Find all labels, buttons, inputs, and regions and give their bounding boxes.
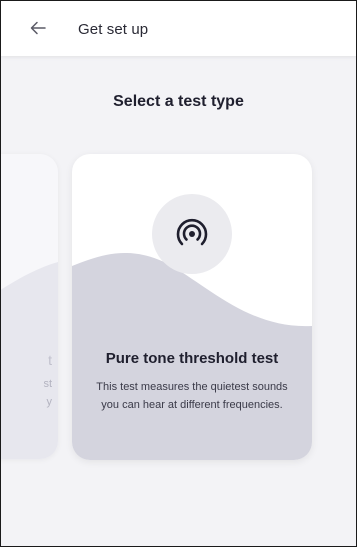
broadcast-signal-icon [176, 218, 208, 246]
test-type-card[interactable]: Pure tone threshold test This test measu… [72, 154, 312, 460]
previous-card-desc-fragment: y [46, 396, 53, 408]
header-title: Get set up [78, 21, 149, 38]
previous-test-card[interactable]: t st y [1, 154, 58, 459]
card-description: This test measures the quietest sounds y… [96, 381, 288, 411]
card-title: Pure tone threshold test [105, 350, 279, 367]
icon-badge [152, 194, 232, 274]
app-frame: Get set up Select a test type t st y Pur… [0, 0, 357, 547]
previous-card-title-fragment: t [48, 352, 52, 368]
back-button[interactable] [27, 17, 49, 39]
arrow-left-icon [30, 21, 46, 35]
previous-card-desc-fragment: st [43, 378, 52, 390]
page-heading: Select a test type [113, 93, 244, 110]
top-app-bar: Get set up [1, 1, 356, 56]
card-wave-background [1, 262, 58, 459]
